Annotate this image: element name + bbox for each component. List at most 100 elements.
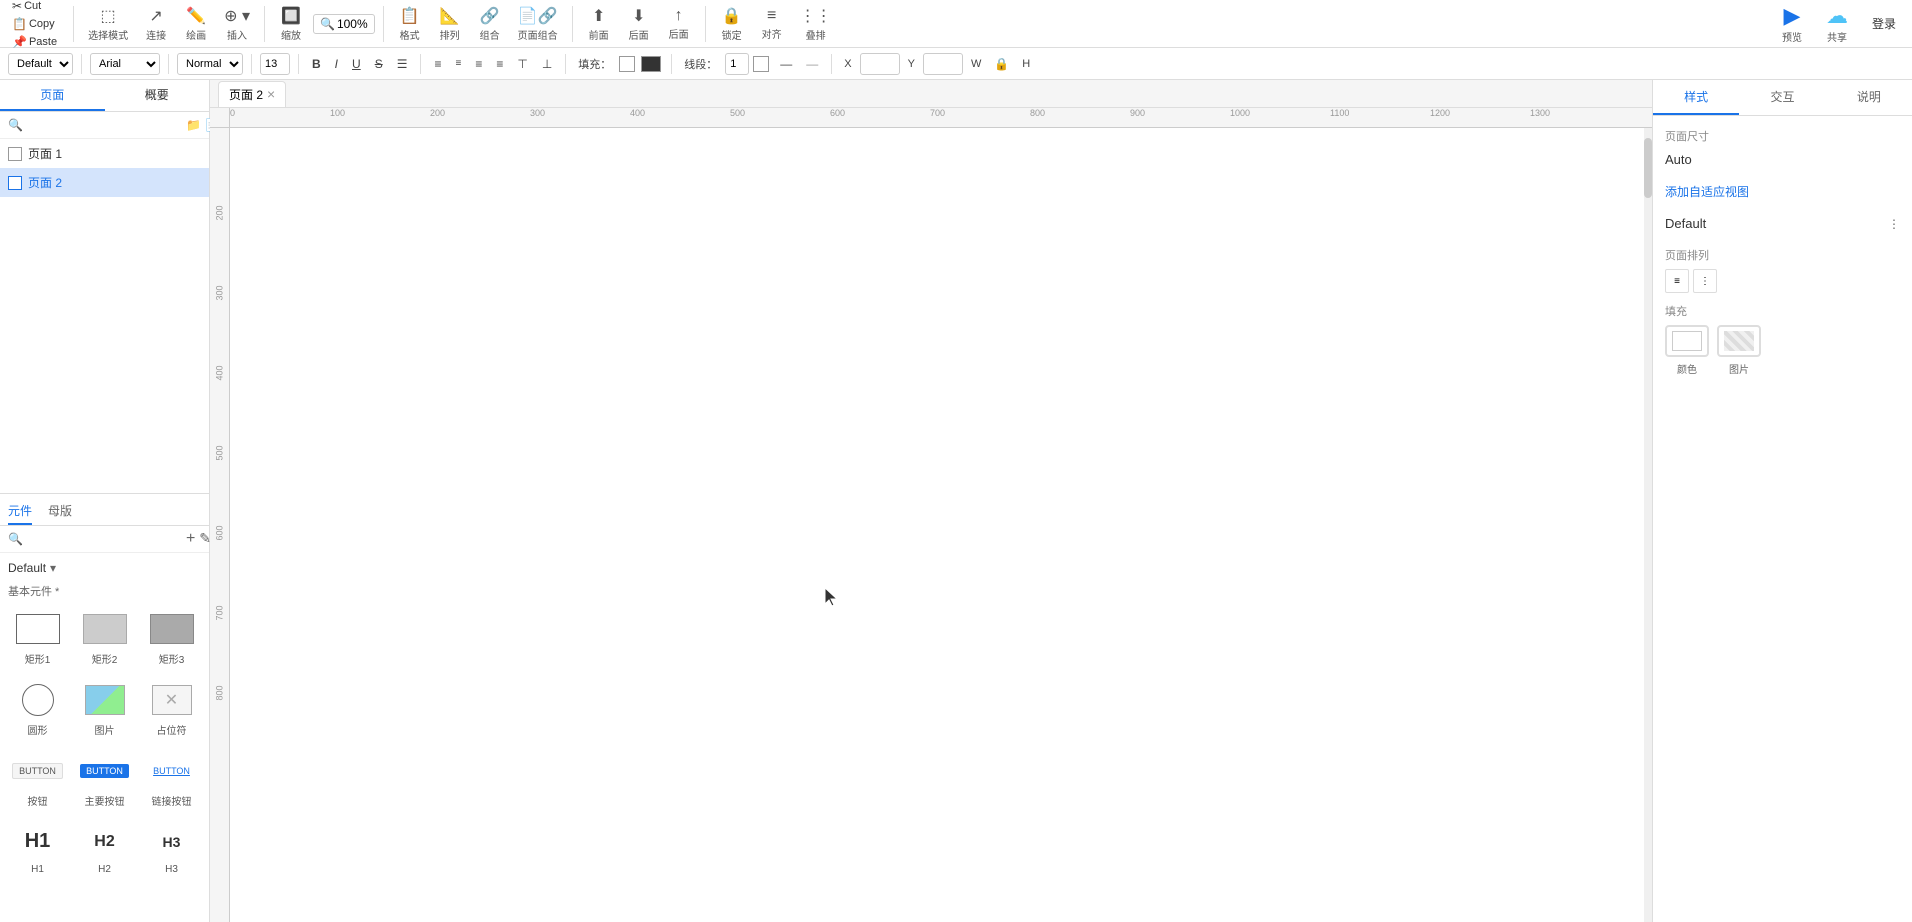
h3-preview-container: H3 (147, 824, 197, 860)
new-folder-icon[interactable]: 📁 (186, 118, 201, 132)
canvas-wrapper[interactable]: 0 100 200 300 400 500 600 700 800 900 10… (210, 108, 1652, 922)
align-left-button[interactable]: ≡ (429, 55, 446, 73)
page-item-1[interactable]: 页面 1 (0, 139, 209, 168)
canvas-tab-page2[interactable]: 页面 2 × (218, 81, 286, 107)
component-item-rect3[interactable]: 矩形3 (142, 607, 201, 670)
connect-button[interactable]: ↗ 连接 (138, 2, 174, 46)
page-size-value[interactable]: Auto (1665, 152, 1900, 167)
draw-button[interactable]: ✏️ 绘画 (178, 2, 214, 46)
vertical-scrollbar[interactable] (1644, 128, 1652, 922)
back-button[interactable]: ⬇ 后面 (621, 2, 657, 46)
format-button[interactable]: 📋 格式 (392, 2, 428, 46)
ruler-mark-100: 100 (330, 108, 345, 118)
front-layer-button[interactable]: ↑ 后面 (661, 3, 697, 45)
page-search-input[interactable] (27, 118, 182, 132)
component-item-image[interactable]: 图片 (75, 678, 134, 741)
share-button[interactable]: ☁ 共享 (1818, 0, 1856, 48)
tab-outline[interactable]: 概要 (105, 80, 210, 111)
insert-icon: ⊕ ▾ (224, 6, 250, 26)
component-item-h3[interactable]: H3 H3 (142, 820, 201, 879)
lock-aspect-button[interactable]: 🔒 (989, 55, 1014, 73)
component-item-h1[interactable]: H1 H1 (8, 820, 67, 879)
component-item-button[interactable]: BUTTON 按钮 (8, 749, 67, 812)
page-list: 页面 1 页面 2 (0, 139, 209, 493)
fill-swatch[interactable] (619, 56, 635, 72)
y-input[interactable] (923, 53, 963, 75)
login-button[interactable]: 登录 (1864, 11, 1904, 36)
tab-components[interactable]: 元件 (8, 498, 32, 525)
fill-color-swatch[interactable] (641, 56, 661, 72)
strikethrough-button[interactable]: S (370, 55, 388, 73)
preview-button[interactable]: ▶ 预览 (1774, 0, 1810, 48)
group-collapse-icon[interactable]: ▾ (50, 561, 56, 575)
format-icon: 📋 (400, 6, 420, 26)
front-button[interactable]: ⬆ 前面 (581, 2, 617, 46)
insert-button[interactable]: ⊕ ▾ 插入 (218, 2, 256, 46)
right-panel-tabs: 样式 交互 说明 (1653, 80, 1912, 116)
right-panel-content: 页面尺寸 Auto 添加自适应视图 Default ⋮ 页面排列 ≡ ⋮ (1653, 116, 1912, 922)
tab-masters[interactable]: 母版 (48, 498, 72, 525)
component-item-rect2[interactable]: 矩形2 (75, 607, 134, 670)
component-item-circle[interactable]: 圆形 (8, 678, 67, 741)
ruler-vmark-200: 200 (215, 205, 225, 220)
align-right-button[interactable]: ≡ (470, 55, 487, 73)
format-bar: Default Arial Normal B I U S ☰ ≡ ≡ ≡ ≡ ⊤… (0, 48, 1912, 80)
component-item-rect1[interactable]: 矩形1 (8, 607, 67, 670)
bold-button[interactable]: B (307, 55, 326, 73)
valign-top-button[interactable]: ⊤ (512, 55, 532, 73)
scale-button[interactable]: 🔲 缩放 (273, 2, 309, 46)
tab-notes[interactable]: 说明 (1826, 80, 1912, 115)
tab-interaction[interactable]: 交互 (1739, 80, 1825, 115)
page-icon-1 (8, 147, 22, 161)
align-button[interactable]: ≡ 对齐 (754, 3, 790, 45)
stroke-style-1[interactable]: — (775, 55, 797, 73)
canvas-content[interactable] (230, 128, 1652, 922)
arrange2-button[interactable]: ⋮⋮ 叠排 (794, 2, 838, 46)
fill-color-option[interactable]: 颜色 (1665, 325, 1709, 376)
tab-style[interactable]: 样式 (1653, 80, 1739, 115)
tab-pages[interactable]: 页面 (0, 80, 105, 111)
font-select[interactable]: Arial (90, 53, 160, 75)
adaptive-view-link[interactable]: 添加自适应视图 (1665, 183, 1900, 200)
underline-button[interactable]: U (347, 55, 366, 73)
back-icon: ⬇ (632, 6, 645, 26)
align-center-button[interactable]: ≡ (450, 56, 466, 71)
primary-button-preview-container: BUTTON (80, 753, 130, 789)
component-item-link-button[interactable]: BUTTON 链接按钮 (142, 749, 201, 812)
component-search-input[interactable] (27, 532, 182, 546)
italic-button[interactable]: I (330, 55, 343, 73)
component-search: 🔍 (8, 532, 182, 546)
component-item-primary-button[interactable]: BUTTON 主要按钮 (75, 749, 134, 812)
ruler-mark-900: 900 (1130, 108, 1145, 118)
page-item-2[interactable]: 页面 2 (0, 168, 209, 197)
add-component-btn[interactable]: + (186, 530, 195, 548)
stroke-style-2[interactable]: — (801, 55, 823, 73)
copy-button[interactable]: 📋 Copy (8, 15, 59, 33)
font-weight-select[interactable]: Normal (177, 53, 243, 75)
style-select[interactable]: Default (8, 53, 73, 75)
combine-button[interactable]: 🔗 组合 (472, 2, 508, 46)
arrange-horizontal-btn[interactable]: ⋮ (1693, 269, 1717, 293)
component-item-placeholder[interactable]: ✕ 占位符 (142, 678, 201, 741)
stroke-color-swatch[interactable] (753, 56, 769, 72)
scrollbar-thumb[interactable] (1644, 138, 1652, 198)
component-toolbar: 🔍 + ✎ ⋮ (0, 526, 209, 553)
style-options-icon[interactable]: ⋮ (1888, 217, 1900, 231)
align-justify-button[interactable]: ≡ (491, 55, 508, 73)
arrange-vertical-btn[interactable]: ≡ (1665, 269, 1689, 293)
circle-preview-container (13, 682, 63, 718)
stroke-width-input[interactable] (725, 53, 749, 75)
lock-button[interactable]: 🔒 锁定 (714, 2, 750, 46)
arrange-button[interactable]: 📐 排列 (432, 2, 468, 46)
font-size-input[interactable] (260, 53, 290, 75)
fill-image-option[interactable]: 图片 (1717, 325, 1761, 376)
zoom-input[interactable]: 🔍 100% (313, 14, 375, 34)
component-item-h2[interactable]: H2 H2 (75, 820, 134, 879)
page-combine-button[interactable]: 📄🔗 页面组合 (512, 2, 564, 46)
cut-button[interactable]: ✂ Cut (8, 0, 45, 15)
valign-middle-button[interactable]: ⊥ (537, 55, 557, 73)
list-button[interactable]: ☰ (392, 55, 413, 73)
select-mode-button[interactable]: ⬚ 选择模式 (82, 2, 134, 46)
x-input[interactable] (860, 53, 900, 75)
canvas-tab-close-btn[interactable]: × (267, 86, 275, 102)
